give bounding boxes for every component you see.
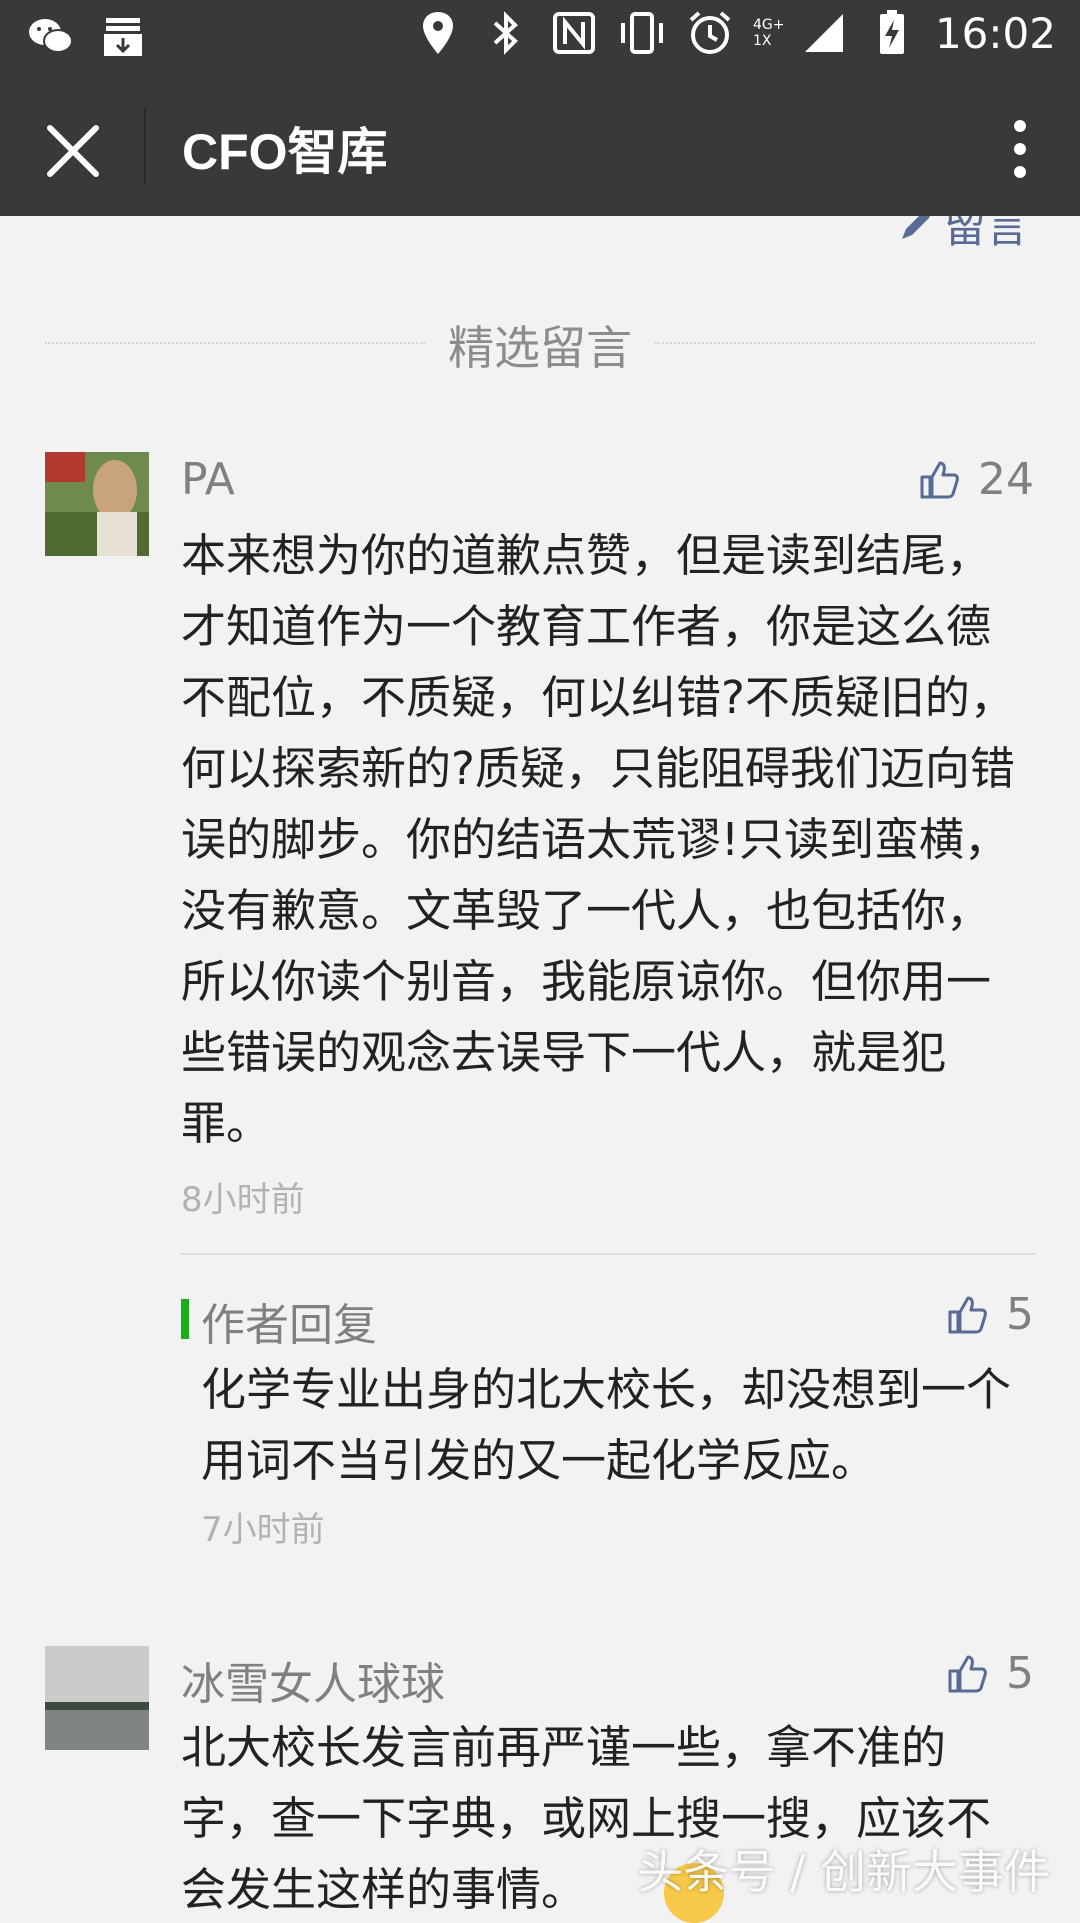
write-comment-label: 留言 <box>944 216 1028 255</box>
thumbs-up-icon <box>946 1653 988 1695</box>
title-bar: CFO智库 <box>0 76 1080 216</box>
avatar[interactable] <box>45 1646 149 1750</box>
title-divider <box>144 108 146 184</box>
more-vertical-icon[interactable] <box>1000 114 1040 184</box>
thumbs-up-icon <box>946 1294 988 1336</box>
vibrate-icon <box>617 8 667 58</box>
write-comment-link[interactable]: 留言 <box>896 216 1028 255</box>
comments-page: 留言 精选留言 PA 24 本来想为你的道歉点赞，但是读到结尾，才知道作为一个教… <box>0 216 1080 1920</box>
status-bar: 4G+ 1X 16:02 <box>0 0 1080 76</box>
network-type: 4G+ 1X <box>753 17 781 49</box>
reply-accent-bar <box>181 1299 189 1339</box>
comment-author: 冰雪女人球球 <box>181 1648 445 1712</box>
comment-author: PA <box>181 454 235 505</box>
pencil-icon <box>896 216 936 245</box>
like-count: 5 <box>1006 1648 1034 1699</box>
alarm-icon <box>685 8 735 58</box>
reply-like-button[interactable]: 5 <box>946 1289 1034 1340</box>
like-button[interactable]: 5 <box>946 1648 1034 1699</box>
section-header: 精选留言 <box>45 312 1035 372</box>
location-icon <box>413 8 463 58</box>
author-reply-label: 作者回复 <box>201 1289 377 1353</box>
reply-time: 7小时前 <box>201 1502 325 1551</box>
divider-right <box>655 342 1035 344</box>
battery-charging-icon <box>867 8 917 58</box>
page-title: CFO智库 <box>182 112 388 184</box>
like-count: 24 <box>978 454 1034 505</box>
nfc-icon <box>549 8 599 58</box>
reply-like-count: 5 <box>1006 1289 1034 1340</box>
wechat-icon <box>26 12 76 62</box>
watermark: 头条号 / 创新大事件 <box>637 1836 1050 1902</box>
like-button[interactable]: 24 <box>918 454 1034 505</box>
comment-text: 本来想为你的道歉点赞，但是读到结尾，才知道作为一个教育工作者，你是这么德不配位，… <box>181 520 1031 1159</box>
avatar[interactable] <box>45 452 149 556</box>
clock: 16:02 <box>935 9 1056 58</box>
reply-divider <box>181 1253 1035 1255</box>
bluetooth-icon <box>481 8 531 58</box>
comment-time: 8小时前 <box>181 1172 305 1221</box>
section-title: 精选留言 <box>45 312 1035 378</box>
download-icon <box>98 12 148 62</box>
reply-text: 化学专业出身的北大校长，却没想到一个用词不当引发的又一起化学反应。 <box>201 1354 1031 1496</box>
signal-icon <box>799 8 849 58</box>
thumbs-up-icon <box>918 459 960 501</box>
close-icon[interactable] <box>38 116 108 186</box>
